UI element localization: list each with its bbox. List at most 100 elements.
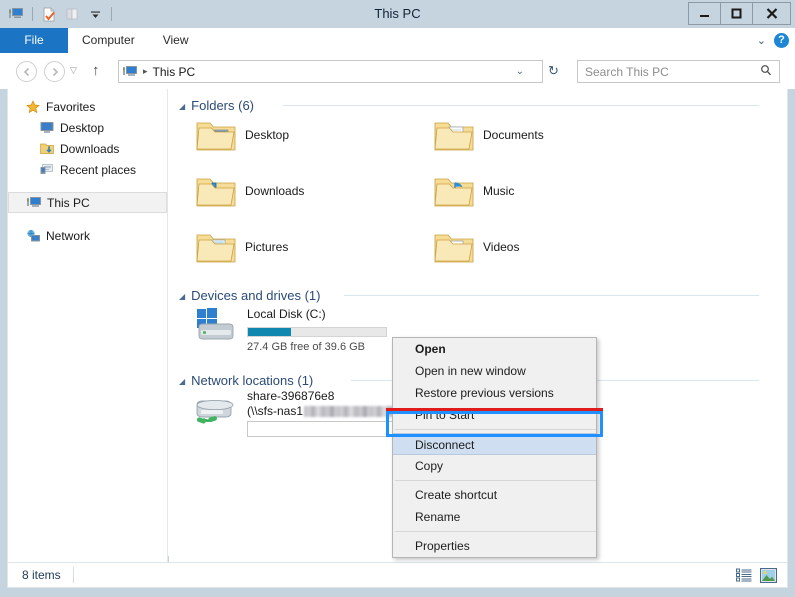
details-view-icon[interactable] <box>735 567 752 583</box>
sidebar-item-downloads[interactable]: Downloads <box>8 138 167 159</box>
group-header-label: Devices and drives (1) <box>191 287 321 303</box>
folder-item-videos[interactable]: Videos <box>431 225 519 269</box>
context-menu-item-restore-previous-versions[interactable]: Restore previous versions <box>393 382 596 404</box>
breadcrumb-path[interactable]: This PC <box>153 65 196 79</box>
ribbon-tabs: File Computer View <box>0 28 202 53</box>
drive-item-local-disk[interactable]: Local Disk (C:) 27.4 GB free of 39.6 GB <box>187 303 387 353</box>
folder-item-label: Desktop <box>245 128 290 142</box>
desktop-icon <box>40 121 60 134</box>
folder-item-pictures[interactable]: Pictures <box>193 225 288 269</box>
collapse-triangle-icon[interactable]: ◢ <box>179 292 185 301</box>
sidebar-item-favorites[interactable]: Favorites <box>8 96 167 117</box>
sidebar-item-recent-places[interactable]: Recent places <box>8 159 167 180</box>
window-title: This PC <box>374 6 421 21</box>
sidebar-gap-1 <box>8 180 167 192</box>
folder-item-label: Music <box>483 184 515 198</box>
ribbon-tab-bar: File Computer View ⌄ ? <box>0 28 795 53</box>
this-pc-icon <box>27 196 47 209</box>
sidebar-item-this-pc[interactable]: This PC <box>8 192 167 213</box>
sidebar-item-network[interactable]: Network <box>8 225 167 246</box>
folder-item-label: Pictures <box>245 240 289 254</box>
chevron-down-icon[interactable]: ⌄ <box>757 34 766 47</box>
folder-item-label: Documents <box>483 128 544 142</box>
context-menu-separator-3 <box>395 531 596 532</box>
network-drive-icon <box>187 389 243 433</box>
collapse-triangle-icon[interactable]: ◢ <box>179 377 185 386</box>
annotation-red-line <box>386 408 603 411</box>
network-location-path: (\\sfs-nas1 <box>247 404 304 418</box>
downloads-folder-icon <box>40 142 60 155</box>
tab-file[interactable]: File <box>0 28 68 53</box>
group-header-folders[interactable]: ◢ Folders (6) <box>179 95 254 115</box>
sidebar-item-label: Recent places <box>60 162 137 177</box>
status-view-buttons <box>735 567 777 583</box>
context-menu-separator-1 <box>395 429 596 430</box>
drive-capacity-fill <box>248 328 291 336</box>
context-menu-item-open-in-new-window[interactable]: Open in new window <box>393 360 596 382</box>
group-header-network[interactable]: ◢ Network locations (1) <box>179 370 313 390</box>
pictures-folder-icon <box>193 225 239 269</box>
group-header-devices[interactable]: ◢ Devices and drives (1) <box>179 285 320 305</box>
folder-item-music[interactable]: Music <box>431 169 514 213</box>
large-icons-view-icon[interactable] <box>760 567 777 583</box>
explorer-window: This PC File Computer View ⌄ ? ▽ ↑ ▸ Thi… <box>0 0 795 597</box>
context-menu-item-open[interactable]: Open <box>393 338 596 360</box>
context-menu-item-rename[interactable]: Rename <box>393 506 596 528</box>
address-dropdown-icon[interactable]: ⌄ <box>516 66 524 77</box>
desktop-folder-icon <box>193 113 239 157</box>
breadcrumb-separator: ▸ <box>143 66 148 76</box>
navigation-pane: Favorites Desktop Downloads Recent place… <box>8 89 168 562</box>
sidebar-item-label: Favorites <box>46 99 96 114</box>
up-button[interactable]: ↑ <box>92 62 100 79</box>
recent-places-icon <box>40 163 60 176</box>
minimize-button[interactable] <box>688 2 721 25</box>
recent-locations-button[interactable]: ▽ <box>70 65 77 76</box>
collapse-triangle-icon[interactable]: ◢ <box>179 102 185 111</box>
refresh-button[interactable]: ↻ <box>548 63 559 79</box>
close-button[interactable] <box>752 2 791 25</box>
folder-item-downloads[interactable]: Downloads <box>193 169 304 213</box>
drive-free-text: 27.4 GB free of 39.6 GB <box>247 341 366 353</box>
window-controls <box>688 2 791 25</box>
title-bar: This PC <box>0 0 795 28</box>
back-button[interactable] <box>16 61 37 82</box>
context-menu-item-copy[interactable]: Copy <box>393 455 596 477</box>
local-disk-icon <box>187 303 243 347</box>
downloads-folder-icon <box>193 169 239 213</box>
address-input[interactable]: ▸ This PC ⌄ <box>118 60 543 83</box>
context-menu-separator-2 <box>395 480 596 481</box>
forward-button[interactable] <box>44 61 65 82</box>
group-header-label: Network locations (1) <box>191 372 314 388</box>
help-icon[interactable]: ? <box>774 33 789 48</box>
context-menu-item-create-shortcut[interactable]: Create shortcut <box>393 484 596 506</box>
context-menu-item-properties[interactable]: Properties <box>393 535 596 557</box>
context-menu[interactable]: Open Open in new window Restore previous… <box>392 337 597 558</box>
folder-item-label: Videos <box>483 240 520 254</box>
folder-item-documents[interactable]: Documents <box>431 113 544 157</box>
search-input[interactable]: Search This PC <box>577 60 780 83</box>
status-bar: 8 items <box>7 562 788 588</box>
search-icon[interactable] <box>760 64 772 79</box>
folder-item-desktop[interactable]: Desktop <box>193 113 289 157</box>
status-item-count: 8 items <box>22 568 61 582</box>
tab-computer[interactable]: Computer <box>68 28 149 53</box>
drive-info: Local Disk (C:) 27.4 GB free of 39.6 GB <box>247 303 387 353</box>
context-menu-item-disconnect[interactable]: Disconnect <box>393 433 596 455</box>
explorer-body: Favorites Desktop Downloads Recent place… <box>7 89 788 562</box>
star-icon <box>26 99 46 114</box>
status-divider <box>72 567 74 583</box>
address-bar-row: ▽ ↑ ▸ This PC ⌄ ↻ Search This PC <box>0 53 795 89</box>
drive-capacity-bar <box>247 327 387 337</box>
videos-folder-icon <box>431 225 477 269</box>
group-rule-devices <box>344 295 759 296</box>
folder-item-label: Downloads <box>245 184 305 198</box>
sidebar-item-label: This PC <box>47 195 90 210</box>
group-header-label: Folders (6) <box>191 97 255 113</box>
sidebar-item-desktop[interactable]: Desktop <box>8 117 167 138</box>
sidebar-item-label: Downloads <box>60 141 120 156</box>
search-placeholder: Search This PC <box>585 64 669 79</box>
address-this-pc-icon <box>123 65 141 78</box>
ribbon-right-controls: ⌄ ? <box>757 28 789 53</box>
tab-view[interactable]: View <box>149 28 203 53</box>
maximize-button[interactable] <box>720 2 753 25</box>
